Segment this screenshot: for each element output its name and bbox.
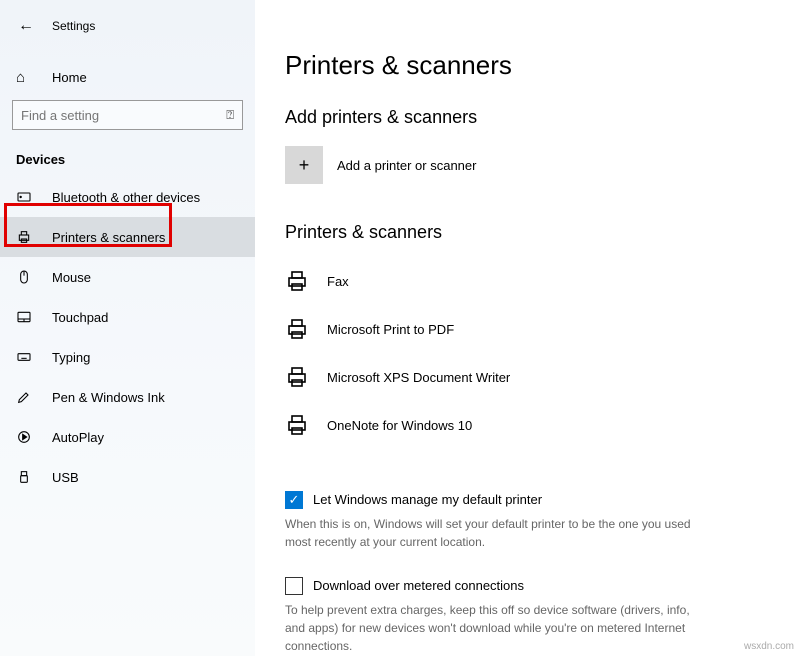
default-printer-checkbox[interactable]: ✓ (285, 491, 303, 509)
sidebar-item-touchpad[interactable]: Touchpad (0, 297, 255, 337)
default-printer-label: Let Windows manage my default printer (313, 491, 542, 509)
default-printer-checkbox-row[interactable]: ✓ Let Windows manage my default printer (285, 491, 785, 509)
add-section-title: Add printers & scanners (285, 107, 785, 128)
printer-icon (285, 317, 313, 341)
add-printer-label: Add a printer or scanner (337, 158, 476, 173)
search-icon: ⍰ (226, 107, 234, 123)
sidebar-item-label: Touchpad (52, 310, 108, 325)
sidebar-item-label: Typing (52, 350, 90, 365)
search-box[interactable]: ⍰ (12, 100, 243, 130)
sidebar-item-pen[interactable]: Pen & Windows Ink (0, 377, 255, 417)
printer-item[interactable]: Microsoft Print to PDF (285, 305, 785, 353)
printer-label: OneNote for Windows 10 (327, 418, 472, 433)
printer-item[interactable]: OneNote for Windows 10 (285, 401, 785, 449)
main-content: Printers & scanners Add printers & scann… (285, 0, 785, 655)
sidebar-item-usb[interactable]: USB (0, 457, 255, 497)
touchpad-icon (16, 309, 38, 325)
printer-icon (16, 229, 38, 245)
search-input[interactable] (21, 108, 226, 123)
home-label: Home (52, 70, 87, 85)
metered-checkbox[interactable] (285, 577, 303, 595)
home-icon: ⌂ (16, 69, 36, 86)
printer-icon (285, 365, 313, 389)
sidebar-item-autoplay[interactable]: AutoPlay (0, 417, 255, 457)
watermark: wsxdn.com (744, 641, 794, 652)
nav-list: Bluetooth & other devices Printers & scan… (0, 177, 255, 497)
sidebar-item-label: Mouse (52, 270, 91, 285)
usb-icon (16, 469, 38, 485)
sidebar-item-label: Bluetooth & other devices (52, 190, 200, 205)
printer-list: Fax Microsoft Print to PDF Microsoft XPS D… (285, 257, 785, 449)
sidebar-item-label: USB (52, 470, 79, 485)
autoplay-icon (16, 429, 38, 445)
printer-icon (285, 269, 313, 293)
sidebar-item-printers[interactable]: Printers & scanners (0, 217, 255, 257)
window-title: Settings (52, 19, 95, 33)
sidebar: ← Settings ⌂ Home ⍰ Devices Bluetooth & … (0, 0, 255, 656)
sidebar-item-label: Pen & Windows Ink (52, 390, 165, 405)
sidebar-item-typing[interactable]: Typing (0, 337, 255, 377)
printer-label: Microsoft Print to PDF (327, 322, 454, 337)
default-printer-desc: When this is on, Windows will set your d… (285, 515, 705, 551)
pen-icon (16, 389, 38, 405)
mouse-icon (16, 269, 38, 285)
bluetooth-icon (16, 189, 38, 205)
printer-label: Microsoft XPS Document Writer (327, 370, 510, 385)
metered-checkbox-row[interactable]: Download over metered connections (285, 577, 785, 595)
section-label: Devices (16, 152, 239, 167)
printer-icon (285, 413, 313, 437)
add-printer-button[interactable]: + Add a printer or scanner (285, 146, 785, 184)
printer-item[interactable]: Fax (285, 257, 785, 305)
metered-label: Download over metered connections (313, 577, 524, 595)
keyboard-icon (16, 349, 38, 365)
back-button[interactable]: ← (18, 17, 36, 35)
sidebar-item-label: AutoPlay (52, 430, 104, 445)
sidebar-item-label: Printers & scanners (52, 230, 165, 245)
header: ← Settings (0, 10, 255, 42)
sidebar-item-mouse[interactable]: Mouse (0, 257, 255, 297)
metered-desc: To help prevent extra charges, keep this… (285, 601, 705, 655)
home-nav[interactable]: ⌂ Home (0, 60, 255, 94)
printer-label: Fax (327, 274, 349, 289)
plus-icon: + (285, 146, 323, 184)
sidebar-item-bluetooth[interactable]: Bluetooth & other devices (0, 177, 255, 217)
printer-item[interactable]: Microsoft XPS Document Writer (285, 353, 785, 401)
page-title: Printers & scanners (285, 50, 785, 81)
printers-section-title: Printers & scanners (285, 222, 785, 243)
